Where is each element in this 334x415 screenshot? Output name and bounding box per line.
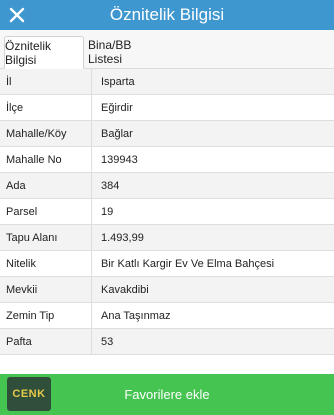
header-bar: Öznitelik Bilgisi [0,0,334,30]
table-row: Tapu Alanı 1.493,99 [0,225,334,251]
row-label: İl [0,69,92,94]
row-value: Bir Katlı Kargir Ev Ve Elma Bahçesi [101,257,275,270]
row-value: Bağlar [101,127,133,140]
row-label: Nitelik [0,251,92,276]
table-row: Nitelik Bir Katlı Kargir Ev Ve Elma Bahçe… [0,251,334,277]
row-value: 384 [101,179,120,192]
table-row: Pafta 53 [0,329,334,355]
row-label: Ada [0,173,92,198]
favorite-label: Favorilere ekle [124,387,210,402]
row-value: Ana Taşınmaz [101,309,171,322]
page-title: Öznitelik Bilgisi [109,5,225,24]
tab-bina-bb-listesi[interactable]: Bina/BB Listesi [88,36,166,68]
attribute-table: İl Isparta İlçe Eğirdir Mahalle/Köy Bağlar … [0,69,334,355]
row-label: Mevkii [0,277,92,302]
table-row: Mahalle/Köy Bağlar [0,121,334,147]
row-value: 1.493,99 [101,231,144,244]
table-row: Parsel 19 [0,199,334,225]
row-label: Pafta [0,329,92,354]
tab-bar: Öznitelik Bilgisi Bina/BB Listesi [0,30,334,69]
row-value: 139943 [101,153,138,166]
row-value: Isparta [101,75,135,88]
close-icon[interactable] [7,5,27,25]
table-row: Mahalle No 139943 [0,147,334,173]
favorite-button[interactable]: CENK Favorilere ekle [0,374,334,415]
row-label: Mahalle/Köy [0,121,92,146]
tab-oznitelik-bilgisi[interactable]: Öznitelik Bilgisi [4,36,84,69]
row-value: Kavakdibi [101,283,149,296]
table-row: Mevkii Kavakdibi [0,277,334,303]
table-row: Zemin Tip Ana Taşınmaz [0,303,334,329]
row-label: Parsel [0,199,92,224]
table-row: Ada 384 [0,173,334,199]
row-label: Mahalle No [0,147,92,172]
logo: CENK [7,377,51,411]
row-label: Tapu Alanı [0,225,92,250]
row-value: 53 [101,335,114,348]
row-label: Zemin Tip [0,303,92,328]
table-row: İl Isparta [0,69,334,95]
table-row: İlçe Eğirdir [0,95,334,121]
row-value: 19 [101,205,114,218]
row-value: Eğirdir [101,101,133,114]
row-label: İlçe [0,95,92,120]
